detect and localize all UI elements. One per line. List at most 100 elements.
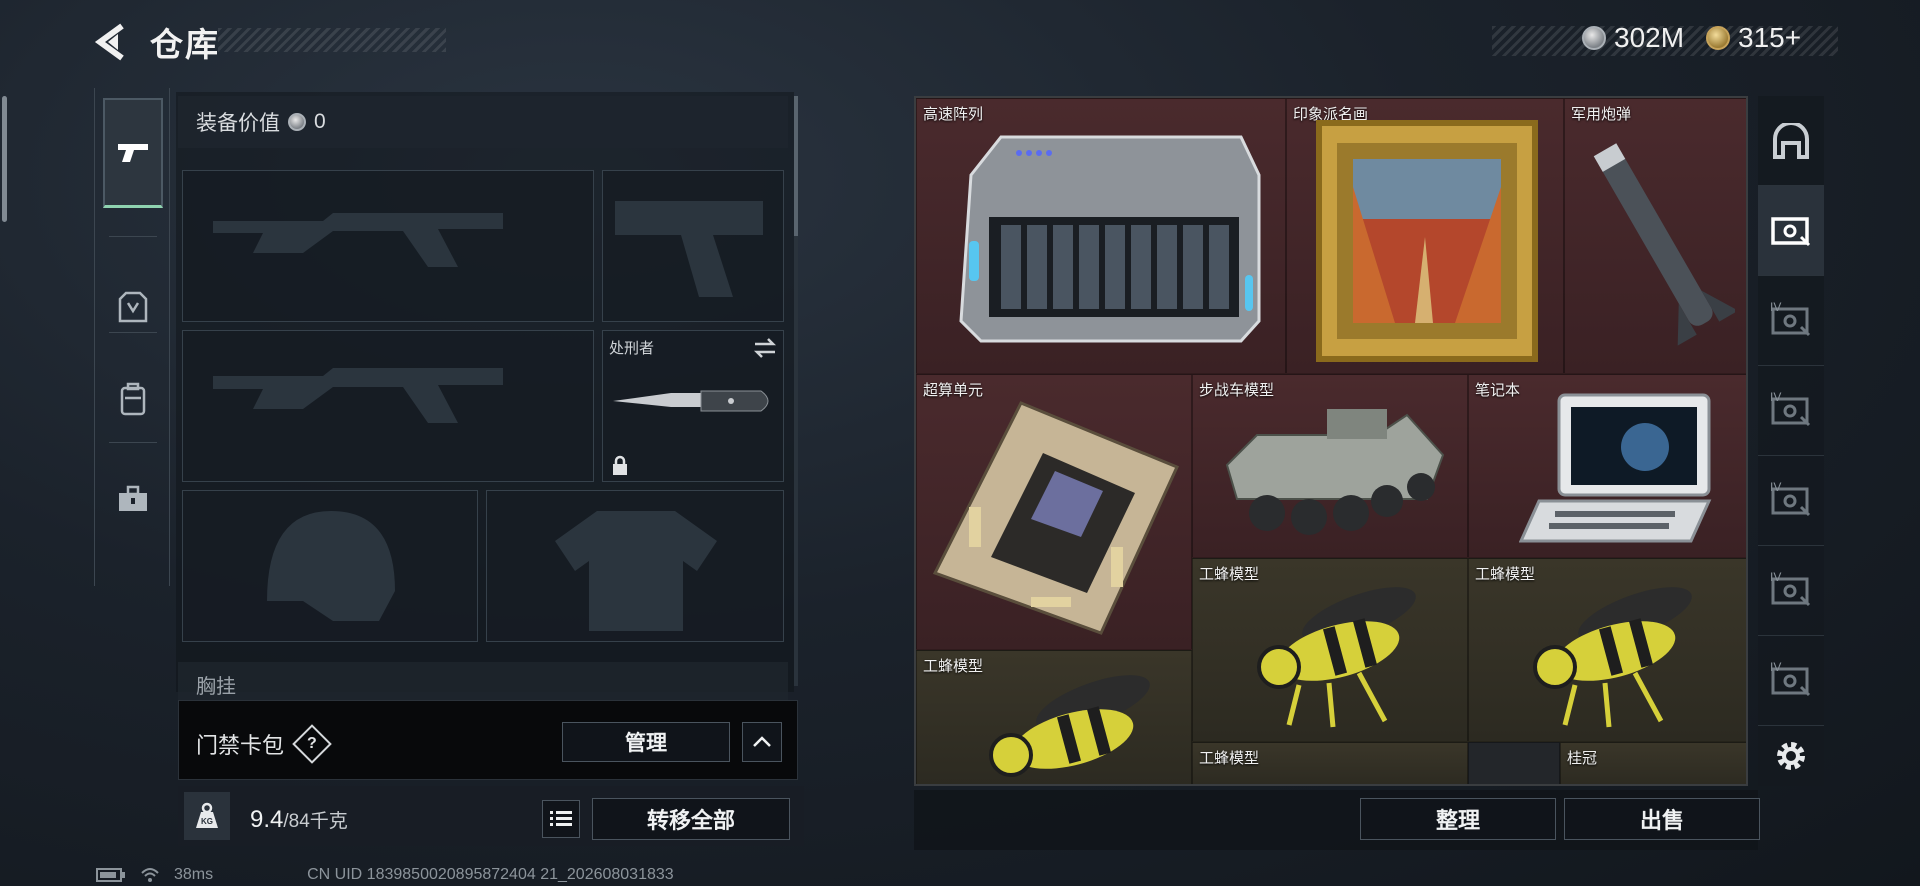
weight-current: 9.4 xyxy=(250,806,284,833)
tab-storage-2[interactable]: IV xyxy=(1758,276,1824,366)
warehouse-icon xyxy=(1773,122,1809,159)
item-slot[interactable]: 军用炮弹 xyxy=(1564,98,1746,374)
item-slot[interactable]: 工蜂模型 xyxy=(1192,558,1468,742)
help-icon: ? xyxy=(307,735,317,752)
item-name: 军用炮弹 xyxy=(1571,106,1632,123)
armor-vest-icon xyxy=(118,291,148,323)
back-button[interactable] xyxy=(92,20,132,64)
silver-amount: 302M xyxy=(1614,22,1685,53)
tab-storage-home[interactable] xyxy=(1758,96,1824,186)
toolbox-icon xyxy=(119,485,147,511)
equipment-value-header: 装备价值 0 xyxy=(178,96,788,148)
item-name: 高速阵列 xyxy=(923,106,984,123)
gold-amount: 315+ xyxy=(1738,22,1802,53)
item-slot[interactable]: 高速阵列 xyxy=(916,98,1286,374)
armor-silhouette-icon xyxy=(555,511,717,631)
storage-grid: 高速阵列 印象派名画 军用炮弹 超算单元 步战车模型 笔记本 工蜂模型 工蜂模型… xyxy=(914,96,1748,786)
status-bar: 38ms CN UID 1839850020895872404 21_20260… xyxy=(96,866,674,884)
sidearm-slot[interactable] xyxy=(602,170,784,322)
tab-storage-5[interactable]: IV xyxy=(1758,546,1824,636)
uid-readout: CN UID 1839850020895872404 21_2026080318… xyxy=(307,866,674,883)
title-decoration xyxy=(218,28,446,52)
armor-slot[interactable] xyxy=(486,490,784,642)
empty-slot[interactable] xyxy=(1468,742,1560,784)
melee-label: 处刑者 xyxy=(609,340,655,357)
secondary-weapon-slot[interactable] xyxy=(182,330,594,482)
backpack-icon xyxy=(120,382,146,416)
chest-rig-slot[interactable] xyxy=(178,662,788,702)
weight-max: /84千克 xyxy=(283,811,348,832)
silver-coin-icon xyxy=(1582,26,1606,50)
list-view-button[interactable] xyxy=(542,800,580,838)
help-button[interactable]: ? xyxy=(292,724,332,764)
pistol-icon xyxy=(118,143,148,162)
tab-backpack[interactable] xyxy=(103,344,163,454)
silver-coin-icon xyxy=(288,113,306,131)
missile-icon xyxy=(1593,143,1735,346)
equipment-scrollbar-thumb[interactable] xyxy=(794,96,798,236)
wifi-icon xyxy=(141,868,159,882)
supercomputer-unit-icon xyxy=(932,401,1180,635)
item-slot[interactable]: 工蜂模型 xyxy=(1192,742,1468,784)
gold-coin-icon xyxy=(1706,26,1730,50)
item-name: 笔记本 xyxy=(1475,382,1521,399)
weight-icon: KG xyxy=(184,792,230,840)
tab-medkit[interactable] xyxy=(103,444,163,554)
weight-readout: 9.4/84千克 xyxy=(250,806,348,834)
tab-weapons[interactable] xyxy=(103,98,163,208)
transfer-all-button[interactable]: 转移全部 xyxy=(592,798,790,840)
tab-storage-4[interactable]: IV xyxy=(1758,456,1824,546)
swap-icon[interactable] xyxy=(753,337,777,359)
melee-slot[interactable]: 处刑者 xyxy=(602,330,784,482)
collapse-button[interactable] xyxy=(742,722,782,762)
laptop-icon xyxy=(1519,393,1712,543)
svg-text:KG: KG xyxy=(201,817,213,826)
knife-icon xyxy=(613,390,769,412)
equipment-value-label: 装备价值 xyxy=(196,112,280,135)
tab-storage-1[interactable] xyxy=(1758,186,1824,276)
storage-tab-rail: IV IV IV IV IV xyxy=(1758,96,1824,786)
card-pack-title: 门禁卡包 ? xyxy=(196,724,332,764)
list-icon xyxy=(550,811,572,826)
server-array-icon xyxy=(959,135,1261,343)
gear-icon xyxy=(1777,742,1805,770)
sell-button[interactable]: 出售 xyxy=(1564,798,1760,840)
lock-icon xyxy=(613,455,627,475)
silver-currency: 302M xyxy=(1582,22,1684,54)
helmet-silhouette-icon xyxy=(267,511,395,621)
tab-storage-3[interactable]: IV xyxy=(1758,366,1824,456)
rifle-silhouette-icon xyxy=(213,368,503,423)
item-slot[interactable]: 印象派名画 xyxy=(1286,98,1564,374)
page-title: 仓库 xyxy=(150,26,220,63)
primary-weapon-slot[interactable] xyxy=(182,170,594,322)
rifle-silhouette-icon xyxy=(213,213,503,267)
equipment-category-rail xyxy=(94,88,170,586)
helmet-slot[interactable] xyxy=(182,490,478,642)
drone-bee-icon xyxy=(989,675,1150,777)
page-scroll-indicator xyxy=(2,96,7,222)
settings-button[interactable] xyxy=(1758,726,1824,786)
chest-rig-label: 胸挂 xyxy=(196,676,236,698)
armored-vehicle-icon xyxy=(1225,409,1445,535)
equipment-value: 0 xyxy=(314,110,326,133)
item-name: 工蜂模型 xyxy=(1199,750,1260,767)
item-slot[interactable]: 工蜂模型 xyxy=(1468,558,1746,742)
painting-icon xyxy=(1316,120,1538,362)
storage-case-icon xyxy=(1771,216,1811,246)
drone-bee-icon xyxy=(1257,587,1416,728)
item-slot[interactable]: 桂冠 xyxy=(1560,742,1746,784)
chevron-up-icon xyxy=(753,736,771,747)
card-pack-label: 门禁卡包 xyxy=(196,733,285,758)
item-name: 桂冠 xyxy=(1567,750,1598,767)
item-slot[interactable]: 工蜂模型 xyxy=(916,650,1192,784)
battery-icon xyxy=(96,868,125,882)
item-slot[interactable]: 笔记本 xyxy=(1468,374,1746,558)
item-slot[interactable]: 步战车模型 xyxy=(1192,374,1468,558)
sort-button[interactable]: 整理 xyxy=(1360,798,1556,840)
gold-currency[interactable]: 315+ xyxy=(1706,22,1801,54)
ping-readout: 38ms xyxy=(174,866,214,883)
pistol-silhouette-icon xyxy=(615,201,763,297)
manage-button[interactable]: 管理 xyxy=(562,722,730,762)
tab-storage-6[interactable]: IV xyxy=(1758,636,1824,726)
item-slot[interactable]: 超算单元 xyxy=(916,374,1192,650)
